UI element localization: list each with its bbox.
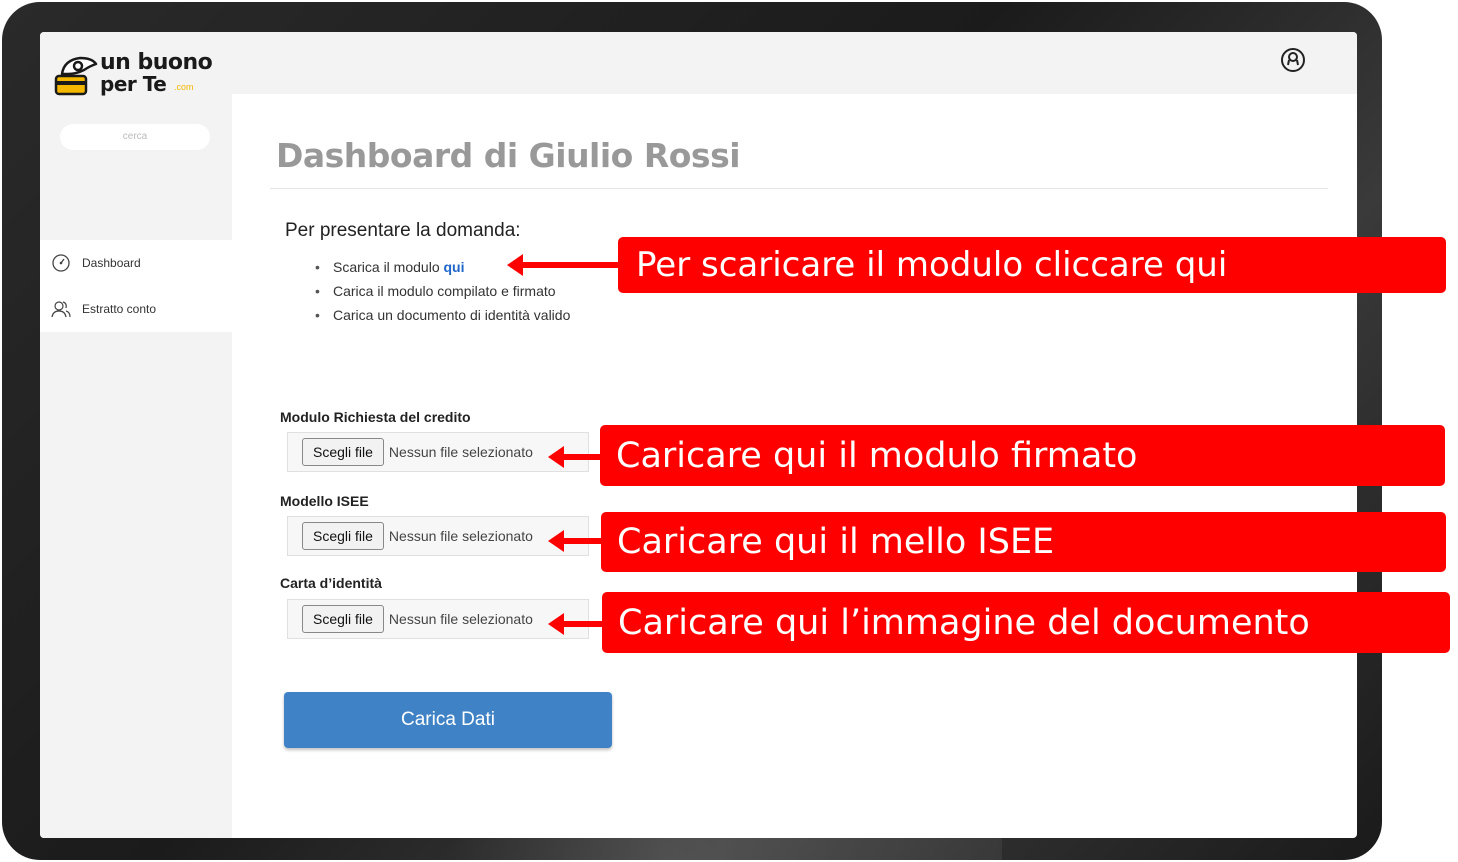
download-link[interactable]: qui [444, 259, 465, 275]
field-label-isee: Modello ISEE [280, 493, 369, 509]
sidebar-item-dashboard[interactable]: Dashboard [40, 240, 232, 286]
brand-logo[interactable]: un buono per Te .com [54, 50, 224, 102]
choose-file-button[interactable]: Scegli file [302, 605, 384, 633]
annotation-modulo-callout: Caricare qui il modulo firmato [600, 425, 1445, 486]
annotation-documento-callout: Caricare qui l’immagine del documento [602, 592, 1450, 653]
file-input-modulo[interactable]: Scegli file Nessun file selezionato [287, 432, 589, 472]
logo-text-line2: per Te [100, 72, 167, 96]
sidebar: un buono per Te .com cerca Dashboard Est… [40, 32, 232, 838]
gauge-icon [50, 252, 72, 274]
file-status: Nessun file selezionato [388, 444, 533, 460]
card-hand-icon [54, 56, 98, 96]
field-label-carta-identita: Carta d’identità [280, 575, 382, 591]
annotation-arrow [507, 254, 621, 276]
top-bar [232, 32, 1357, 94]
annotation-isee-callout: Caricare qui il mello ISEE [601, 512, 1446, 572]
users-icon [50, 298, 72, 320]
user-circle-icon[interactable] [1279, 46, 1307, 74]
choose-file-button[interactable]: Scegli file [302, 522, 384, 550]
instruction-text: Carica un documento di identità valido [333, 307, 571, 323]
field-label-modulo: Modulo Richiesta del credito [280, 409, 471, 425]
search-placeholder: cerca [122, 131, 148, 142]
file-status: Nessun file selezionato [388, 528, 533, 544]
sidebar-item-label: Estratto conto [82, 302, 157, 316]
list-item: • Carica il modulo compilato e firmato [315, 283, 556, 299]
title-divider [270, 188, 1328, 189]
upload-data-button[interactable]: Carica Dati [284, 692, 612, 748]
instruction-text: Carica il modulo compilato e firmato [333, 283, 556, 299]
instruction-text: Scarica il modulo [333, 259, 444, 275]
instructions-list: • Scarica il modulo qui • Carica il modulo… [315, 258, 570, 330]
search-input[interactable]: cerca [60, 124, 210, 150]
file-input-isee[interactable]: Scegli file Nessun file selezionato [287, 516, 589, 556]
sidebar-item-estratto-conto[interactable]: Estratto conto [40, 286, 232, 332]
annotation-arrow [548, 613, 604, 635]
list-item: • Carica un documento di identità valido [315, 307, 571, 323]
file-input-carta-identita[interactable]: Scegli file Nessun file selezionato [287, 599, 589, 639]
file-status: Nessun file selezionato [388, 611, 533, 627]
instructions-heading: Per presentare la domanda: [285, 220, 521, 241]
choose-file-button[interactable]: Scegli file [302, 438, 384, 466]
annotation-arrow [548, 446, 604, 468]
sidebar-item-label: Dashboard [82, 256, 141, 270]
page-title: Dashboard di Giulio Rossi [276, 136, 741, 175]
annotation-arrow [548, 530, 604, 552]
annotation-download-callout: Per scaricare il modulo cliccare qui [618, 237, 1446, 293]
logo-tld: .com [174, 82, 194, 92]
